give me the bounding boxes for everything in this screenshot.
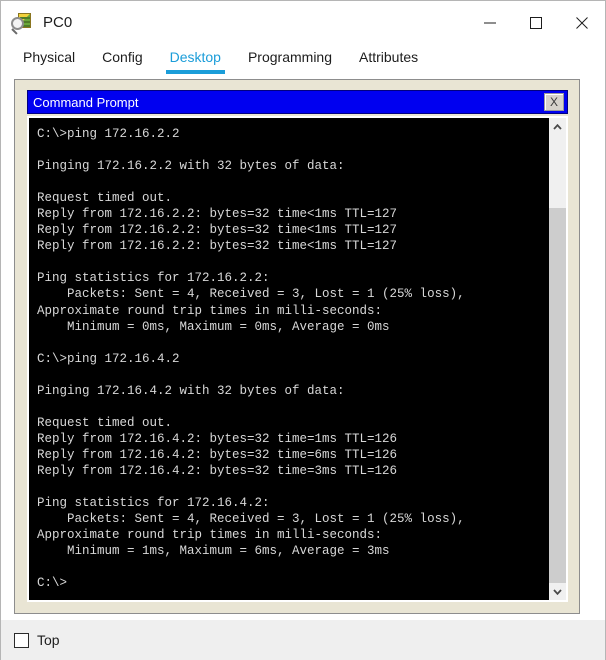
window-titlebar: PC0 [1, 1, 605, 45]
scrollbar-thumb[interactable] [549, 208, 566, 590]
close-icon [576, 17, 588, 29]
pc0-window: PC0 Physical Config Desktop Programming … [0, 0, 606, 660]
top-checkbox-label: Top [37, 632, 60, 648]
chevron-down-icon [553, 588, 562, 595]
command-prompt-window: Command Prompt X C:\>ping 172.16.2.2 Pin… [27, 90, 568, 602]
scrollbar-down-button[interactable] [549, 583, 566, 600]
packet-tracer-icon [10, 11, 34, 35]
window-title: PC0 [43, 14, 73, 31]
tab-programming[interactable]: Programming [248, 45, 332, 74]
scrollbar-up-button[interactable] [549, 118, 566, 135]
terminal-screen[interactable]: C:\>ping 172.16.2.2 Pinging 172.16.2.2 w… [29, 118, 549, 600]
top-checkbox[interactable] [14, 632, 29, 648]
terminal-output: C:\>ping 172.16.2.2 Pinging 172.16.2.2 w… [37, 127, 465, 591]
maximize-icon [530, 17, 542, 29]
command-prompt-title: Command Prompt [33, 94, 139, 110]
tab-physical[interactable]: Physical [23, 45, 75, 74]
tab-bar: Physical Config Desktop Programming Attr… [2, 45, 592, 78]
minimize-icon [484, 22, 496, 24]
close-button[interactable] [559, 1, 605, 45]
tab-config[interactable]: Config [102, 45, 142, 74]
tab-attributes[interactable]: Attributes [359, 45, 418, 74]
desktop-panel: Command Prompt X C:\>ping 172.16.2.2 Pin… [14, 79, 580, 614]
footer-bar: Top [1, 620, 605, 660]
maximize-button[interactable] [513, 1, 559, 45]
chevron-up-icon [553, 123, 562, 130]
terminal-scrollbar[interactable] [549, 118, 566, 600]
command-prompt-close-button[interactable]: X [544, 93, 564, 111]
tab-desktop[interactable]: Desktop [165, 45, 226, 74]
command-prompt-body: C:\>ping 172.16.2.2 Pinging 172.16.2.2 w… [27, 116, 568, 602]
minimize-button[interactable] [467, 1, 513, 45]
command-prompt-titlebar: Command Prompt X [27, 90, 568, 114]
window-controls [467, 1, 605, 45]
